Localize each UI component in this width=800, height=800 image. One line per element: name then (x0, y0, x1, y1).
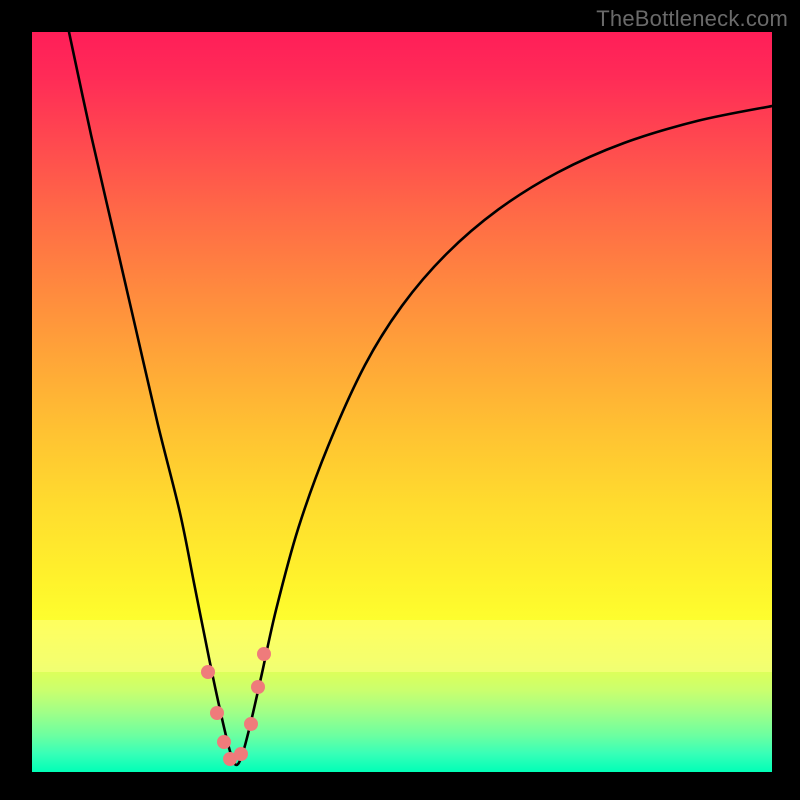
highlight-dot (234, 747, 248, 761)
highlight-dot (244, 717, 258, 731)
highlight-dot (210, 706, 224, 720)
highlight-dot (217, 735, 231, 749)
highlight-dot (251, 680, 265, 694)
bottleneck-curve (69, 32, 772, 765)
highlight-dot (201, 665, 215, 679)
chart-frame: TheBottleneck.com (0, 0, 800, 800)
watermark-text: TheBottleneck.com (596, 6, 788, 32)
highlight-dot (257, 647, 271, 661)
plot-area (32, 32, 772, 772)
curve-svg (32, 32, 772, 772)
